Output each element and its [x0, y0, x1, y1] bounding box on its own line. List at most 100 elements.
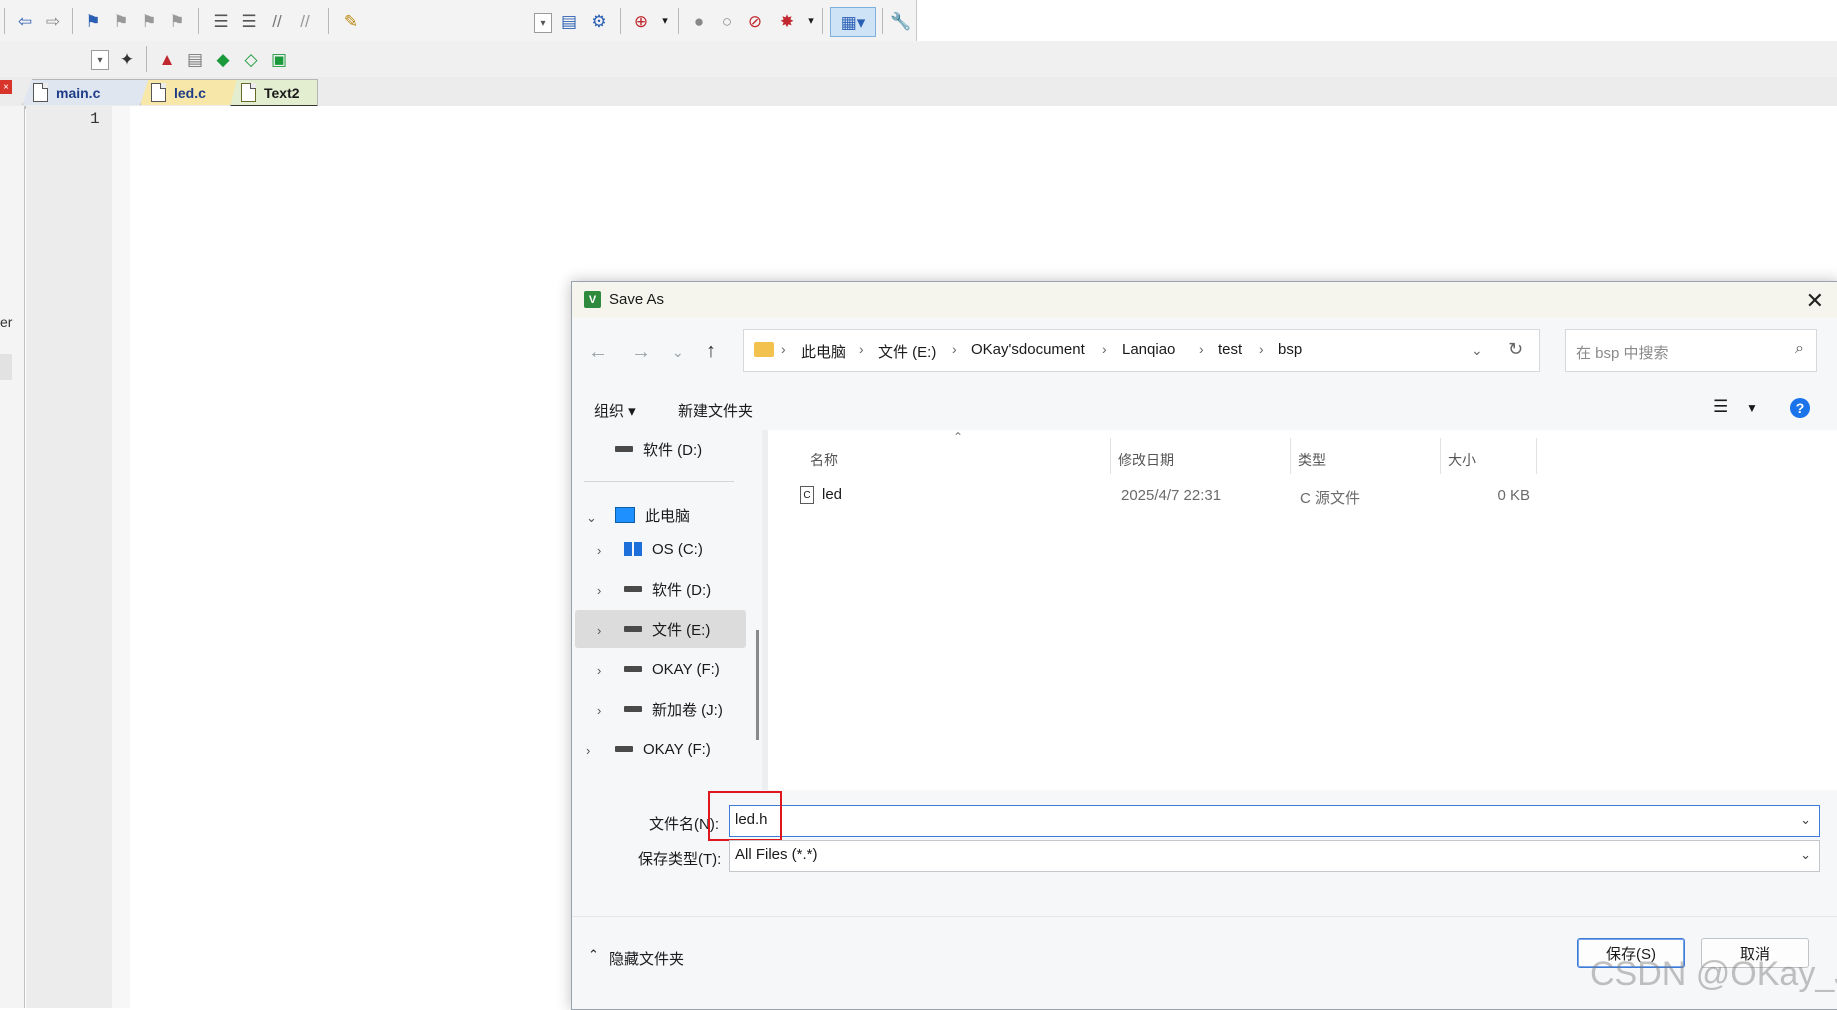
column-header-size[interactable]: 大小 [1448, 450, 1476, 470]
breadcrumb-item[interactable]: test [1218, 341, 1242, 358]
forward-icon[interactable]: → [631, 341, 651, 364]
windows-drive-icon [624, 542, 642, 556]
tree-item-drive-d[interactable]: 软件 (D:) [624, 570, 711, 608]
tree-item-drive-e[interactable]: 文件 (E:) [624, 610, 710, 648]
expand-chevron-icon[interactable]: › [597, 663, 601, 678]
tree-item-drive-c[interactable]: OS (C:) [624, 530, 703, 568]
breakpoint-icon[interactable]: ● [686, 8, 712, 34]
file-list: ⌃ 名称 修改日期 类型 大小 C led 2025/4/7 22:31 C 源… [768, 430, 1837, 790]
project-panel-edge: er [0, 106, 25, 1008]
rte-icon[interactable]: ▣ [266, 46, 292, 72]
fold-margin [112, 106, 130, 1008]
filename-input[interactable]: led.h ⌄ [729, 805, 1820, 837]
address-bar[interactable]: › 此电脑 › 文件 (E:) › OKay'sdocument › Lanqi… [743, 329, 1540, 372]
collapse-chevron-icon[interactable]: ⌄ [586, 510, 597, 526]
breadcrumb-item[interactable]: OKay'sdocument [971, 341, 1085, 358]
address-dropdown-icon[interactable]: ⌄ [1471, 342, 1483, 359]
manage-components-icon[interactable]: ▲ [154, 46, 180, 72]
indent-icon[interactable]: ☰ [208, 8, 234, 34]
tree-item-this-pc[interactable]: 此电脑 [615, 496, 690, 534]
help-icon[interactable]: ? [1790, 398, 1810, 418]
back-arrow-icon[interactable]: ⇦ [12, 8, 38, 34]
nav-scrollbar-thumb[interactable] [756, 630, 759, 740]
find-in-files-icon[interactable]: ✎ [338, 8, 364, 34]
breadcrumb-item[interactable]: bsp [1278, 341, 1302, 358]
tab-text2[interactable]: Text2 [230, 79, 318, 107]
breadcrumb-item[interactable]: 文件 (E:) [878, 341, 936, 362]
back-icon[interactable]: ← [588, 341, 608, 364]
find-icon[interactable]: ▤ [556, 8, 582, 34]
filename-dropdown-icon[interactable]: ⌄ [1800, 812, 1811, 828]
disable-breakpoints-icon[interactable]: ⊘ [742, 8, 768, 34]
view-options-icon[interactable]: ☰ [1713, 397, 1728, 417]
expand-chevron-icon[interactable]: › [597, 543, 601, 558]
tab-label: Text2 [264, 84, 300, 101]
breakpoint-outline-icon[interactable]: ○ [714, 8, 740, 34]
toolbar-separator [4, 8, 5, 34]
file-type: C 源文件 [1300, 490, 1361, 507]
recent-chevron-icon[interactable]: ⌄ [672, 344, 684, 361]
find-combo-arrow[interactable]: ▾ [534, 13, 552, 33]
unindent-icon[interactable]: ☰ [236, 8, 262, 34]
hide-folders-button[interactable]: 隐藏文件夹 [609, 948, 684, 969]
next-bookmark-icon[interactable]: ⚑ [136, 8, 162, 34]
debug-dropdown-icon[interactable]: ▾ [652, 8, 678, 34]
expand-chevron-icon[interactable]: › [597, 623, 601, 638]
select-packs-icon[interactable]: ◇ [238, 46, 264, 72]
file-extensions-icon[interactable]: ▤ [182, 46, 208, 72]
column-header-modified[interactable]: 修改日期 [1118, 450, 1174, 470]
search-box[interactable]: 在 bsp 中搜索 ⌕ [1565, 329, 1817, 372]
tree-item-drive-j[interactable]: 新加卷 (J:) [624, 690, 723, 728]
target-combo-arrow[interactable]: ▾ [91, 50, 109, 70]
tree-item-drive-f[interactable]: OKAY (F:) [624, 650, 720, 688]
kill-breakpoints-icon[interactable]: ✸ [774, 8, 800, 34]
pack-installer-icon[interactable]: ◆ [210, 46, 236, 72]
watermark: CSDN @OKay_J [1590, 955, 1837, 993]
expand-chevron-icon[interactable]: › [586, 743, 590, 758]
breadcrumb-chevron-icon: › [952, 341, 957, 357]
configure-wrench-icon[interactable]: 🔧 [888, 8, 914, 34]
footer-divider [572, 916, 1837, 917]
tab-main-c[interactable]: main.c [22, 79, 150, 105]
filetype-select[interactable]: All Files (*.*) ⌄ [729, 840, 1820, 872]
comment-icon[interactable]: // [264, 8, 290, 34]
tab-led-c[interactable]: led.c [140, 79, 246, 105]
search-icon[interactable]: ⌕ [1795, 340, 1804, 358]
sort-caret-icon: ⌃ [953, 430, 964, 444]
file-size: 0 KB [1497, 487, 1530, 504]
breakpoint-dropdown-icon[interactable]: ▾ [798, 8, 824, 34]
expand-chevron-icon[interactable]: › [597, 583, 601, 598]
clear-bookmarks-icon[interactable]: ⚑ [164, 8, 190, 34]
close-pane-icon[interactable]: × [0, 80, 12, 94]
up-icon[interactable]: ↑ [706, 340, 716, 363]
forward-arrow-icon[interactable]: ⇨ [40, 8, 66, 34]
filetype-dropdown-icon[interactable]: ⌄ [1800, 847, 1811, 863]
debug-zoom-icon[interactable]: ⊕ [628, 8, 654, 34]
navigation-pane: 软件 (D:) ⌄ 此电脑 › OS (C:) › 软件 (D:) › 文件 (… [572, 430, 772, 790]
close-icon[interactable]: ✕ [1806, 288, 1824, 314]
column-header-name[interactable]: 名称 [810, 450, 838, 470]
list-item[interactable]: C led 2025/4/7 22:31 C 源文件 0 KB [768, 478, 1837, 514]
tree-item-drive-f-usb[interactable]: OKAY (F:) [615, 730, 711, 768]
uncomment-icon[interactable]: // [292, 8, 318, 34]
prev-bookmark-icon[interactable]: ⚑ [108, 8, 134, 34]
toolbar-separator [328, 8, 329, 34]
column-header-type[interactable]: 类型 [1298, 450, 1326, 470]
tree-item-drive-d[interactable]: 软件 (D:) [615, 430, 702, 468]
view-dropdown-icon[interactable]: ▼ [1746, 401, 1758, 415]
new-folder-button[interactable]: 新建文件夹 [678, 400, 753, 421]
toolbar-separator [72, 8, 73, 34]
document-star-icon [241, 83, 256, 102]
collapse-up-icon[interactable]: ⌃ [588, 947, 599, 963]
organize-button[interactable]: 组织 ▾ [594, 400, 636, 421]
window-layout-icon[interactable]: ▦▾ [830, 7, 876, 37]
breadcrumb-item[interactable]: Lanqiao [1122, 341, 1175, 358]
drive-icon [624, 586, 642, 592]
replace-icon[interactable]: ⚙ [586, 8, 612, 34]
expand-chevron-icon[interactable]: › [597, 703, 601, 718]
options-magic-wand-icon[interactable]: ✦ [114, 46, 140, 72]
refresh-icon[interactable]: ↻ [1508, 339, 1523, 360]
breadcrumb-item[interactable]: 此电脑 [801, 341, 846, 362]
bookmark-flag-icon[interactable]: ⚑ [80, 8, 106, 34]
tree-item-label: OKAY (F:) [643, 740, 711, 758]
